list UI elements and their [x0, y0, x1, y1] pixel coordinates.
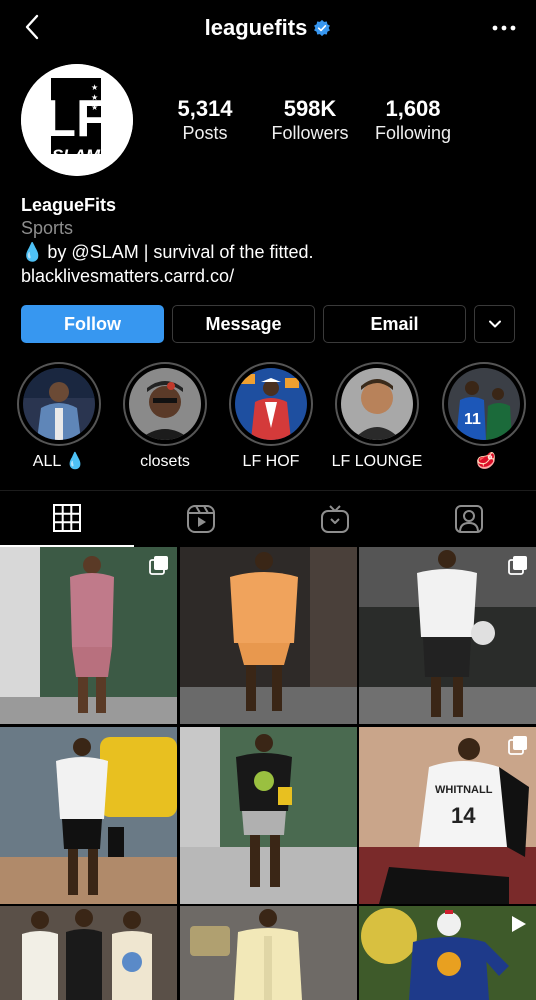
profile-tabs [0, 490, 536, 547]
verified-badge-icon [314, 19, 331, 37]
carousel-icon [508, 736, 527, 755]
video-play-icon [512, 916, 526, 932]
svg-text:SLAM: SLAM [52, 146, 101, 165]
highlight-ring [229, 362, 313, 446]
post-thumbnail[interactable] [180, 547, 357, 724]
chevron-down-icon [488, 320, 501, 328]
post-thumbnail[interactable] [0, 547, 177, 724]
profile-bio: LeagueFits Sports 💧 by @SLAM | survival … [21, 194, 521, 288]
followers-stat[interactable]: 598K Followers [260, 96, 360, 144]
email-button[interactable]: Email [323, 305, 466, 343]
story-highlights: ALL 💧 closets LF HOF LF LOUNGE 11 🥩 [0, 362, 536, 474]
post-thumbnail[interactable] [180, 906, 357, 1000]
tagged-icon [455, 505, 483, 533]
highlight-steak[interactable]: 11 🥩 [432, 362, 536, 472]
profile-name: LeagueFits [21, 195, 117, 215]
follow-button[interactable]: Follow [21, 305, 164, 343]
suggested-accounts-button[interactable] [474, 305, 515, 343]
tab-igtv[interactable] [268, 491, 402, 547]
highlight-thumbnail [23, 368, 95, 440]
svg-text:★: ★ [91, 83, 98, 92]
igtv-icon [321, 505, 349, 533]
posts-grid: WHITNALL 14 [0, 547, 536, 1000]
svg-text:★: ★ [91, 93, 98, 102]
bio-description: 💧 by @SLAM | survival of the fitted. [21, 240, 521, 264]
highlight-lf-lounge[interactable]: LF LOUNGE [325, 362, 429, 472]
posts-stat[interactable]: 5,314 Posts [150, 96, 260, 144]
highlight-lf-hof[interactable]: LF HOF [219, 362, 323, 472]
reels-icon [187, 505, 215, 533]
svg-text:LF: LF [44, 90, 108, 148]
highlight-thumbnail: 11 [448, 368, 520, 440]
carousel-icon [508, 556, 527, 575]
svg-text:11: 11 [464, 411, 481, 428]
post-thumbnail[interactable] [359, 906, 536, 1000]
highlight-all[interactable]: ALL 💧 [7, 362, 111, 472]
post-thumbnail[interactable] [180, 727, 357, 904]
highlight-label: ALL [32, 453, 62, 470]
highlight-label: LF LOUNGE [331, 453, 423, 470]
post-thumbnail[interactable]: WHITNALL 14 [359, 727, 536, 904]
svg-text:★: ★ [91, 103, 98, 112]
highlight-label: closets [140, 453, 190, 470]
following-label: Following [374, 123, 452, 143]
following-count: 1,608 [385, 96, 441, 121]
grid-icon [53, 504, 81, 532]
droplet-emoji: 💧 [21, 242, 44, 262]
highlight-thumbnail [235, 368, 307, 440]
following-stat[interactable]: 1,608 Following [360, 96, 466, 144]
highlight-thumbnail [129, 368, 201, 440]
posts-count: 5,314 [177, 96, 233, 121]
tab-posts-grid[interactable] [0, 491, 134, 547]
followers-label: Followers [271, 123, 349, 143]
highlight-closets[interactable]: closets [113, 362, 217, 472]
tab-reels[interactable] [134, 491, 268, 547]
profile-category: Sports [21, 218, 74, 238]
tab-tagged[interactable] [402, 491, 536, 547]
message-button[interactable]: Message [172, 305, 315, 343]
post-thumbnail[interactable] [0, 727, 177, 904]
top-bar: leaguefits [0, 0, 536, 56]
highlight-label: LF HOF [242, 453, 300, 470]
carousel-icon [149, 556, 168, 575]
profile-avatar[interactable]: LF ★ ★ ★ SLAM [21, 64, 133, 176]
highlight-emoji: 🥩 [476, 453, 496, 470]
post-thumbnail[interactable] [0, 906, 177, 1000]
bio-link[interactable]: blacklivesmatters.carrd.co/ [21, 264, 521, 288]
more-options-button[interactable] [490, 16, 518, 40]
highlight-emoji: 💧 [65, 453, 86, 470]
leaguefits-logo: LF ★ ★ ★ SLAM [21, 64, 133, 176]
profile-stats: 5,314 Posts 598K Followers 1,608 Followi… [150, 96, 520, 144]
bio-text: by @SLAM | survival of the fitted. [47, 242, 314, 262]
highlight-ring [123, 362, 207, 446]
highlight-ring [335, 362, 419, 446]
highlight-ring [17, 362, 101, 446]
followers-count: 598K [283, 96, 337, 121]
highlight-ring: 11 [442, 362, 526, 446]
ellipsis-icon [492, 25, 516, 31]
highlight-thumbnail [341, 368, 413, 440]
svg-text:WHITNALL: WHITNALL [435, 784, 493, 796]
profile-actions: Follow Message Email [21, 305, 515, 343]
posts-label: Posts [182, 123, 228, 143]
profile-username: leaguefits [204, 15, 308, 40]
post-thumbnail[interactable] [359, 547, 536, 724]
svg-text:14: 14 [451, 803, 476, 828]
